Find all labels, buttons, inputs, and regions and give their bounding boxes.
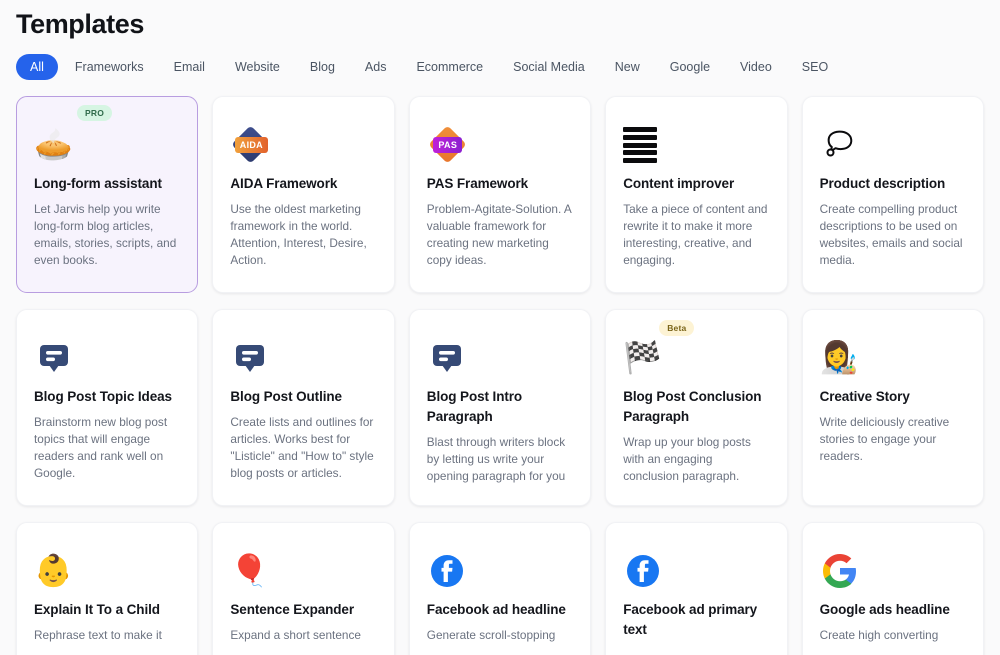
card-title: Product description [820, 174, 966, 194]
card-icon: 👩‍🎨 [820, 329, 966, 387]
filter-tab-google[interactable]: Google [657, 54, 723, 80]
template-card[interactable]: Content improver Take a piece of content … [605, 96, 787, 293]
google-logo-icon [820, 551, 860, 591]
card-description: Wrap up your blog posts with an engaging… [623, 434, 769, 485]
filter-tab-all[interactable]: All [16, 54, 58, 80]
filter-tab-frameworks[interactable]: Frameworks [62, 54, 157, 80]
card-icon: AIDA [230, 116, 376, 174]
filter-tab-ecommerce[interactable]: Ecommerce [403, 54, 496, 80]
card-icon [623, 116, 769, 174]
card-icon [427, 542, 573, 600]
template-card[interactable]: AIDA AIDA Framework Use the oldest marketi… [212, 96, 394, 293]
filter-tab-email[interactable]: Email [161, 54, 218, 80]
card-icon [34, 329, 180, 387]
card-icon [623, 542, 769, 600]
card-description: Problem-Agitate-Solution. A valuable fra… [427, 201, 573, 269]
card-description: Use the oldest marketing framework in th… [230, 201, 376, 269]
card-icon: PAS [427, 116, 573, 174]
balloon-icon: 🎈 [230, 551, 269, 591]
icon-label: PAS [433, 137, 462, 153]
card-description: Write deliciously creative stories to en… [820, 414, 966, 465]
card-description: Expand a short sentence [230, 627, 376, 644]
card-description: Create compelling product descriptions t… [820, 201, 966, 269]
speech-bubble-icon [34, 338, 74, 378]
template-card[interactable]: 👶 Explain It To a Child Rephrase text to m… [16, 522, 198, 655]
card-title: Explain It To a Child [34, 600, 180, 620]
filter-tab-seo[interactable]: SEO [789, 54, 841, 80]
template-card[interactable]: 👩‍🎨 Creative Story Write deliciously creat… [802, 309, 984, 506]
page-title: Templates [16, 0, 984, 41]
template-card[interactable]: Blog Post Topic Ideas Brainstorm new blog… [16, 309, 198, 506]
filter-tab-video[interactable]: Video [727, 54, 785, 80]
card-icon: 🏁Beta [623, 329, 769, 387]
card-title: Facebook ad primary text [623, 600, 769, 640]
checkered-flag-icon: 🏁 [623, 338, 662, 378]
card-description: Create high converting [820, 627, 966, 644]
card-description: Blast through writers block by letting u… [427, 434, 573, 485]
card-icon: 🥧PRO [34, 116, 180, 174]
card-description: Generate scroll-stopping [427, 627, 573, 644]
card-title: Facebook ad headline [427, 600, 573, 620]
pie-slice-icon: 🥧 [34, 125, 73, 165]
card-title: Sentence Expander [230, 600, 376, 620]
card-icon [230, 329, 376, 387]
template-card[interactable]: 🎈 Sentence Expander Expand a short sentenc… [212, 522, 394, 655]
template-card[interactable]: 🏁BetaBlog Post Conclusion ParagraphWrap … [605, 309, 787, 506]
filter-tab-social-media[interactable]: Social Media [500, 54, 598, 80]
card-icon [427, 329, 573, 387]
card-description: Rephrase text to make it [34, 627, 180, 644]
card-badge-beta: Beta [659, 320, 694, 336]
template-card[interactable]: Facebook ad primary text [605, 522, 787, 655]
card-icon [820, 542, 966, 600]
aida-badge-icon: AIDA [230, 124, 272, 166]
filter-tab-blog[interactable]: Blog [297, 54, 348, 80]
card-description: Brainstorm new blog post topics that wil… [34, 414, 180, 482]
template-card[interactable]: 🥧PROLong-form assistantLet Jarvis help y… [16, 96, 198, 293]
filter-tab-ads[interactable]: Ads [352, 54, 400, 80]
speech-bubble-icon [427, 338, 467, 378]
template-card[interactable]: Product description Create compelling pro… [802, 96, 984, 293]
icon-label: AIDA [235, 137, 268, 153]
card-title: Creative Story [820, 387, 966, 407]
card-icon [820, 116, 966, 174]
filter-tabs: AllFrameworksEmailWebsiteBlogAdsEcommerc… [16, 53, 984, 81]
card-title: Google ads headline [820, 600, 966, 620]
card-title: Blog Post Topic Ideas [34, 387, 180, 407]
templates-page: Templates AllFrameworksEmailWebsiteBlogA… [0, 0, 1000, 655]
card-description: Take a piece of content and rewrite it t… [623, 201, 769, 269]
template-card[interactable]: Facebook ad headline Generate scroll-stop… [409, 522, 591, 655]
card-icon: 🎈 [230, 542, 376, 600]
filter-tab-website[interactable]: Website [222, 54, 293, 80]
artist-person-icon: 👩‍🎨 [820, 338, 859, 378]
speech-bubble-icon [230, 338, 270, 378]
baby-face-icon: 👶 [34, 551, 73, 591]
card-title: Content improver [623, 174, 769, 194]
template-card[interactable]: Blog Post Outline Create lists and outlin… [212, 309, 394, 506]
align-bars-icon [623, 127, 657, 163]
card-title: Blog Post Intro Paragraph [427, 387, 573, 427]
card-title: Long-form assistant [34, 174, 180, 194]
card-description: Let Jarvis help you write long-form blog… [34, 201, 180, 269]
template-card[interactable]: Blog Post Intro Paragraph Blast through w… [409, 309, 591, 506]
card-title: AIDA Framework [230, 174, 376, 194]
filter-tab-new[interactable]: New [602, 54, 653, 80]
thought-bubble-icon [820, 125, 860, 165]
pas-badge-icon: PAS [427, 124, 469, 166]
card-title: PAS Framework [427, 174, 573, 194]
template-card[interactable]: Google ads headline Create high convertin… [802, 522, 984, 655]
facebook-logo-icon [623, 551, 663, 591]
card-badge-pro: PRO [77, 105, 112, 121]
card-title: Blog Post Outline [230, 387, 376, 407]
facebook-logo-icon [427, 551, 467, 591]
template-card[interactable]: PAS PAS Framework Problem-Agitate-Solution… [409, 96, 591, 293]
card-icon: 👶 [34, 542, 180, 600]
card-description: Create lists and outlines for articles. … [230, 414, 376, 482]
templates-grid: 🥧PROLong-form assistantLet Jarvis help y… [16, 96, 984, 655]
card-title: Blog Post Conclusion Paragraph [623, 387, 769, 427]
